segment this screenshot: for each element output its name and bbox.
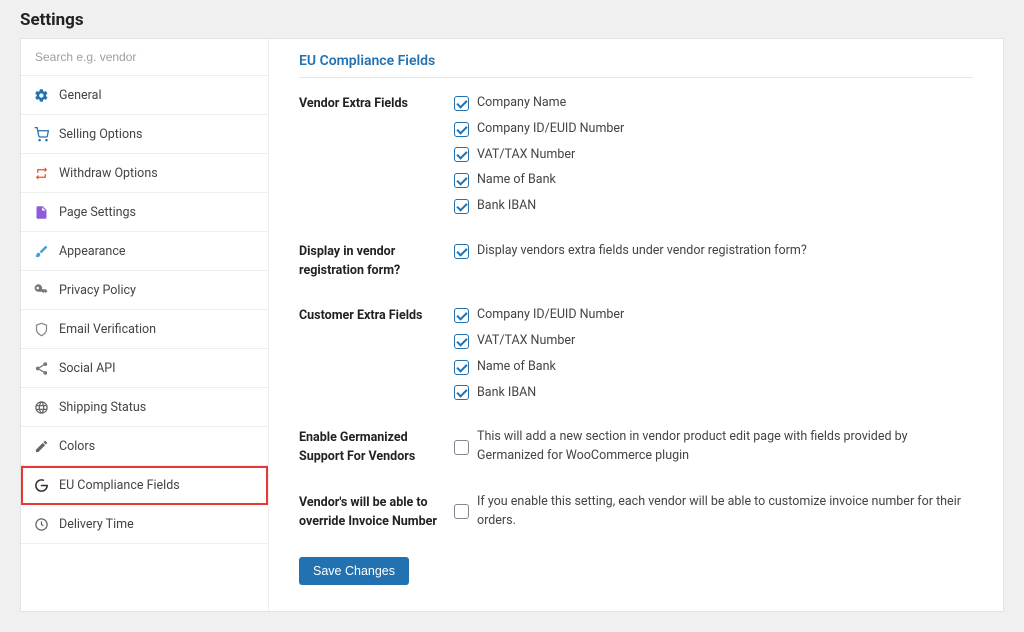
checkbox-display-registration[interactable]: [454, 244, 469, 259]
checkbox-label: Company Name: [477, 94, 566, 113]
checkbox-company-id-euid[interactable]: [454, 122, 469, 137]
sidebar-item-label: Social API: [59, 361, 116, 376]
shield-icon: [33, 321, 49, 337]
checkbox-c-bank-name[interactable]: [454, 360, 469, 375]
row-germanized-support: Enable Germanized Support For Vendors Th…: [299, 428, 973, 467]
checkbox-label: Bank IBAN: [477, 197, 536, 216]
sidebar-item-label: Page Settings: [59, 205, 136, 220]
vendor-extra-fields-label: Vendor Extra Fields: [299, 94, 454, 114]
checkbox-c-bank-iban[interactable]: [454, 385, 469, 400]
sidebar-item-eu-compliance-fields[interactable]: EU Compliance Fields: [21, 466, 268, 505]
sidebar-item-email-verification[interactable]: Email Verification: [21, 310, 268, 349]
checkbox-label: Name of Bank: [477, 171, 556, 190]
page-title: Settings: [20, 10, 1004, 30]
clock-icon: [33, 516, 49, 532]
sidebar-item-label: Appearance: [59, 244, 126, 259]
sidebar-item-page-settings[interactable]: Page Settings: [21, 193, 268, 232]
sidebar-item-label: Email Verification: [59, 322, 156, 337]
customer-extra-fields-label: Customer Extra Fields: [299, 306, 454, 326]
row-override-invoice: Vendor's will be able to override Invoic…: [299, 493, 973, 532]
pen-icon: [33, 438, 49, 454]
sidebar-item-appearance[interactable]: Appearance: [21, 232, 268, 271]
sidebar-item-label: Shipping Status: [59, 400, 146, 415]
checkbox-override-invoice[interactable]: [454, 504, 469, 519]
sidebar-item-label: General: [59, 88, 102, 103]
germanized-label: Enable Germanized Support For Vendors: [299, 428, 454, 467]
save-changes-button[interactable]: Save Changes: [299, 557, 409, 585]
sidebar-item-shipping-status[interactable]: Shipping Status: [21, 388, 268, 427]
sidebar-item-label: Withdraw Options: [59, 166, 158, 181]
sidebar-item-general[interactable]: General: [21, 76, 268, 115]
checkbox-label: Company ID/EUID Number: [477, 120, 624, 139]
checkbox-bank-name[interactable]: [454, 173, 469, 188]
brush-icon: [33, 243, 49, 259]
sidebar-search-input[interactable]: [33, 49, 256, 65]
checkbox-germanized[interactable]: [454, 440, 469, 455]
cart-icon: [33, 126, 49, 142]
display-registration-label: Display in vendor registration form?: [299, 242, 454, 281]
google-icon: [33, 477, 49, 493]
settings-sidebar: General Selling Options Withdraw Options…: [21, 39, 269, 611]
checkbox-label: VAT/TAX Number: [477, 332, 575, 351]
sidebar-item-label: EU Compliance Fields: [59, 478, 180, 493]
sidebar-item-label: Delivery Time: [59, 517, 134, 532]
sidebar-item-colors[interactable]: Colors: [21, 427, 268, 466]
sidebar-item-withdraw-options[interactable]: Withdraw Options: [21, 154, 268, 193]
checkbox-label: This will add a new section in vendor pr…: [477, 428, 973, 466]
sidebar-search-box: [21, 39, 268, 76]
settings-main: EU Compliance Fields Vendor Extra Fields…: [269, 39, 1003, 611]
globe-icon: [33, 399, 49, 415]
checkbox-vat-tax[interactable]: [454, 147, 469, 162]
row-customer-extra-fields: Customer Extra Fields Company ID/EUID Nu…: [299, 306, 973, 402]
section-title: EU Compliance Fields: [299, 53, 973, 78]
checkbox-label: Bank IBAN: [477, 384, 536, 403]
checkbox-label: Display vendors extra fields under vendo…: [477, 242, 807, 261]
checkbox-c-company-id[interactable]: [454, 308, 469, 323]
sidebar-item-label: Privacy Policy: [59, 283, 136, 298]
checkbox-label: Name of Bank: [477, 358, 556, 377]
arrows-icon: [33, 165, 49, 181]
checkbox-bank-iban[interactable]: [454, 199, 469, 214]
row-vendor-extra-fields: Vendor Extra Fields Company Name Company…: [299, 94, 973, 216]
checkbox-c-vat-tax[interactable]: [454, 334, 469, 349]
checkbox-label: VAT/TAX Number: [477, 146, 575, 165]
sidebar-item-label: Selling Options: [59, 127, 142, 142]
sidebar-item-delivery-time[interactable]: Delivery Time: [21, 505, 268, 544]
settings-panel: General Selling Options Withdraw Options…: [20, 38, 1004, 612]
gear-icon: [33, 87, 49, 103]
key-icon: [33, 282, 49, 298]
sidebar-item-social-api[interactable]: Social API: [21, 349, 268, 388]
checkbox-label: Company ID/EUID Number: [477, 306, 624, 325]
share-icon: [33, 360, 49, 376]
sidebar-item-selling-options[interactable]: Selling Options: [21, 115, 268, 154]
sidebar-item-privacy-policy[interactable]: Privacy Policy: [21, 271, 268, 310]
checkbox-company-name[interactable]: [454, 96, 469, 111]
page-icon: [33, 204, 49, 220]
override-invoice-label: Vendor's will be able to override Invoic…: [299, 493, 454, 532]
sidebar-item-label: Colors: [59, 439, 95, 454]
checkbox-label: If you enable this setting, each vendor …: [477, 493, 973, 531]
row-display-registration: Display in vendor registration form? Dis…: [299, 242, 973, 281]
